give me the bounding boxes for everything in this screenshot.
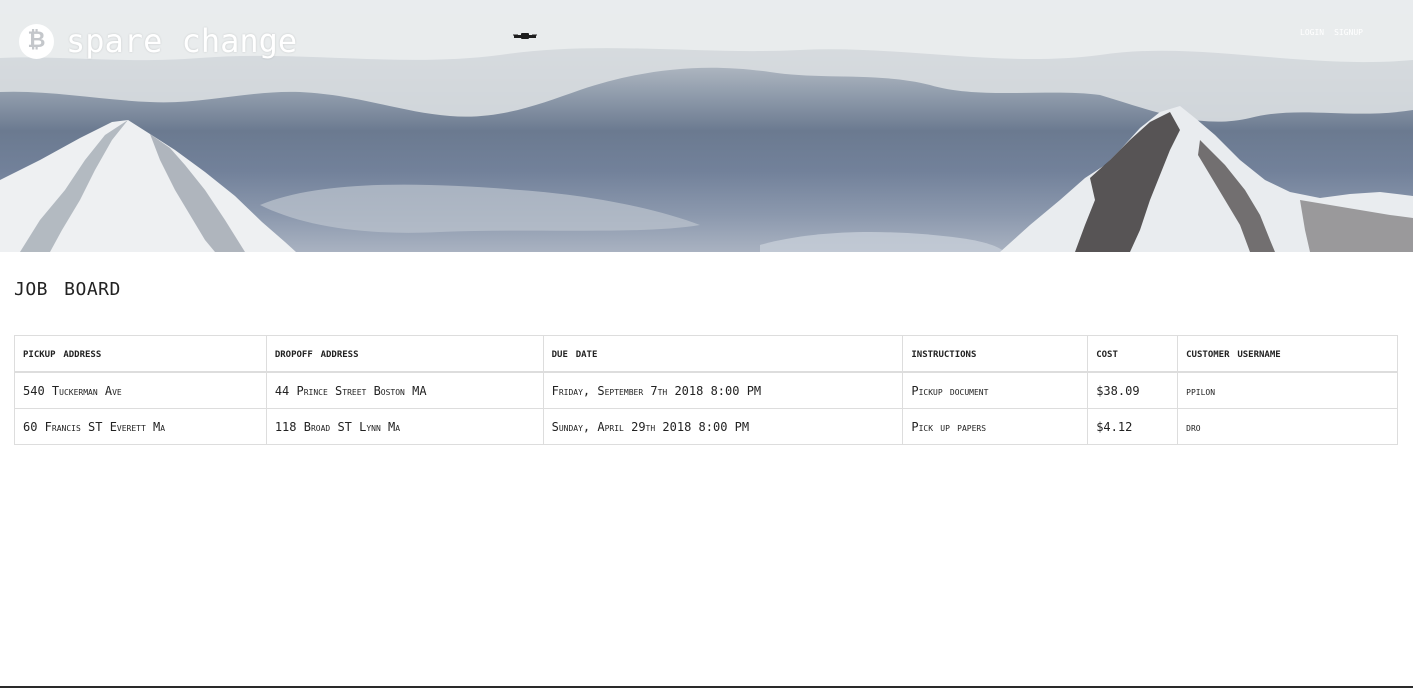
top-nav: Login Signup bbox=[1300, 24, 1363, 38]
column-header-customer-username: Customer Username bbox=[1177, 335, 1398, 373]
cell-dropoff-address: 44 Prince Street Boston MA bbox=[265, 371, 544, 409]
cloud-streak-bottom bbox=[760, 232, 1005, 252]
bitcoin-icon: ₿ bbox=[19, 23, 54, 59]
cell-due-date: Sunday, April 29th 2018 8:00 PM bbox=[542, 408, 904, 445]
cell-instructions: Pick up papers bbox=[902, 408, 1089, 445]
cell-due-date: Friday, September 7th 2018 8:00 PM bbox=[542, 371, 904, 409]
cell-cost: $4.12 bbox=[1087, 408, 1179, 445]
job-table: Pickup Address Dropoff Address Due Date … bbox=[14, 335, 1398, 445]
table-row[interactable]: 540 Tuckerman Ave 44 Prince Street Bosto… bbox=[14, 371, 1398, 409]
cell-customer-username: ppilon bbox=[1177, 371, 1398, 409]
cell-dropoff-address: 118 Broad ST Lynn Ma bbox=[265, 408, 544, 445]
cell-pickup-address: 60 Francis ST Everett Ma bbox=[14, 408, 267, 445]
page-title: Job Board bbox=[14, 272, 121, 302]
cell-pickup-address: 540 Tuckerman Ave bbox=[14, 371, 267, 409]
cloud-streak-lower bbox=[260, 184, 700, 233]
signup-link[interactable]: Signup bbox=[1334, 24, 1363, 38]
login-link[interactable]: Login bbox=[1300, 24, 1324, 38]
column-header-due-date: Due Date bbox=[542, 335, 904, 373]
column-header-instructions: Instructions bbox=[902, 335, 1089, 373]
hero-header: ₿ spare change Login Signup bbox=[0, 0, 1413, 252]
cell-cost: $38.09 bbox=[1087, 371, 1179, 409]
column-header-cost: Cost bbox=[1087, 335, 1179, 373]
brand-name: spare change bbox=[66, 22, 298, 60]
cell-customer-username: dro bbox=[1177, 408, 1398, 445]
column-header-pickup-address: Pickup Address bbox=[14, 335, 267, 373]
brand[interactable]: ₿ spare change bbox=[19, 23, 297, 59]
page: ₿ spare change Login Signup Job Board Pi… bbox=[0, 0, 1413, 688]
table-row[interactable]: 60 Francis ST Everett Ma 118 Broad ST Ly… bbox=[14, 408, 1398, 445]
table-header-row: Pickup Address Dropoff Address Due Date … bbox=[14, 335, 1398, 373]
column-header-dropoff-address: Dropoff Address bbox=[265, 335, 544, 373]
cell-instructions: Pickup document bbox=[902, 371, 1089, 409]
